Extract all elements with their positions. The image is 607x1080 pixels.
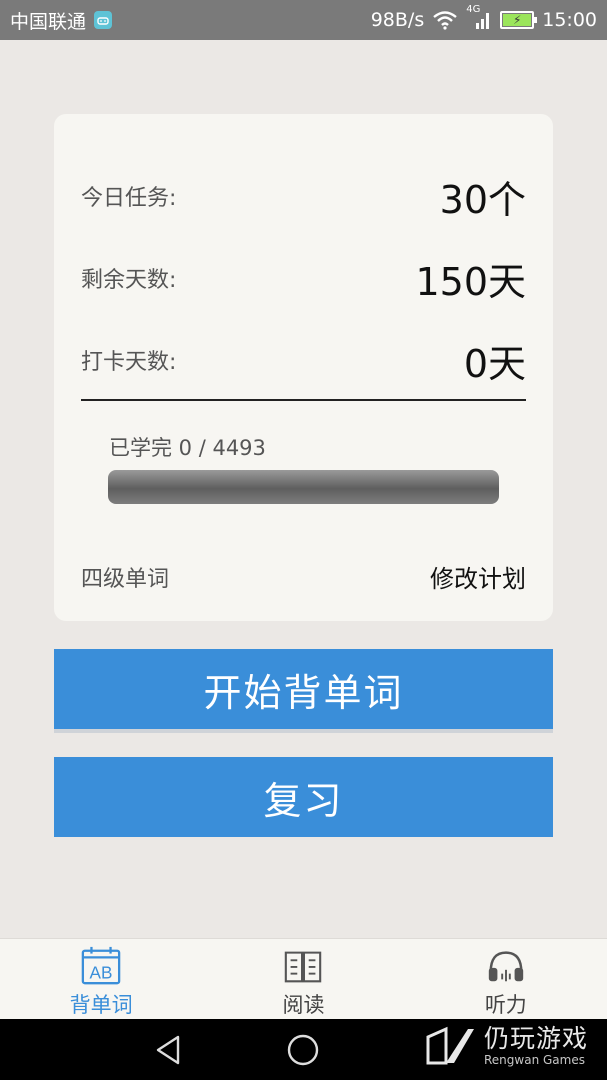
start-memorize-button[interactable]: 开始背单词 bbox=[54, 649, 553, 729]
watermark-logo-icon bbox=[426, 1026, 474, 1065]
word-book-name: 四级单词 bbox=[81, 566, 170, 592]
card-footer: 四级单词 修改计划 bbox=[81, 559, 526, 594]
clock: 15:00 bbox=[542, 9, 597, 31]
watermark: 仍玩游戏 Rengwan Games bbox=[424, 1012, 607, 1080]
tab-memorize-words[interactable]: AB 背单词 bbox=[0, 939, 202, 1019]
android-app-icon bbox=[94, 11, 113, 29]
stat-row-remaining-days: 剩余天数: 150天 bbox=[81, 243, 526, 313]
tab-listening[interactable]: 听力 bbox=[405, 939, 607, 1019]
carrier-name: 中国联通 bbox=[10, 10, 87, 33]
plan-card: 今日任务: 30个 剩余天数: 150天 打卡天数: 0天 已学完 0 / 44… bbox=[54, 114, 553, 621]
progress-bar bbox=[108, 470, 499, 504]
stat-value: 150天 bbox=[415, 259, 526, 304]
headphones-icon bbox=[488, 951, 523, 982]
edit-plan-button[interactable]: 修改计划 bbox=[430, 559, 526, 594]
watermark-en: Rengwan Games bbox=[484, 1052, 585, 1067]
stat-value: 30个 bbox=[439, 177, 526, 222]
divider bbox=[81, 399, 526, 401]
wifi-icon bbox=[432, 10, 458, 30]
signal-icon: 4G bbox=[466, 4, 492, 30]
stat-value: 0天 bbox=[463, 341, 526, 386]
stat-label: 打卡天数: bbox=[81, 350, 177, 375]
book-icon bbox=[285, 951, 322, 983]
tab-label: 阅读 bbox=[282, 993, 325, 1017]
stat-row-today-task: 今日任务: 30个 bbox=[81, 161, 526, 231]
network-speed: 98B/s bbox=[370, 9, 425, 31]
back-icon[interactable] bbox=[150, 1031, 188, 1069]
review-button[interactable]: 复习 bbox=[54, 757, 553, 837]
calendar-ab-icon: AB bbox=[81, 946, 121, 985]
battery-icon: ⚡ bbox=[500, 11, 538, 29]
stat-label: 剩余天数: bbox=[81, 268, 177, 293]
tab-label: 背单词 bbox=[69, 993, 133, 1017]
home-icon[interactable] bbox=[284, 1031, 322, 1069]
status-bar: 中国联通 98B/s 4G ⚡ 15:00 bbox=[0, 0, 607, 40]
watermark-cn: 仍玩游戏 bbox=[484, 1024, 589, 1054]
progress-label: 已学完 0 / 4493 bbox=[109, 436, 266, 460]
tab-reading[interactable]: 阅读 bbox=[202, 939, 404, 1019]
stat-label: 今日任务: bbox=[81, 186, 177, 211]
svg-text:AB: AB bbox=[90, 962, 113, 982]
bottom-tab-bar: AB 背单词 阅读 听力 bbox=[0, 938, 607, 1019]
stat-row-checkin-days: 打卡天数: 0天 bbox=[81, 325, 526, 395]
network-type: 4G bbox=[466, 4, 481, 15]
